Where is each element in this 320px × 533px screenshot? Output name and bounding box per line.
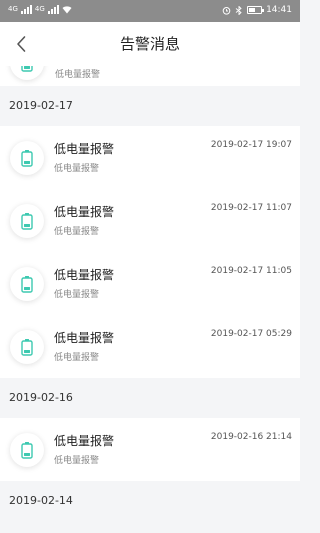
list-item-time: 2019-02-16 21:14 xyxy=(210,432,292,442)
signal-label-2: 4G xyxy=(34,5,45,13)
battery-alert-icon xyxy=(21,442,33,459)
status-bar-right: 14:41 xyxy=(222,5,292,15)
date-header: 2019-02-16 xyxy=(0,378,300,418)
list-item[interactable]: 低电量报警 低电量报警 2019-02-17 11:05 xyxy=(0,252,300,315)
list-item[interactable]: 低电量报警 低电量报警 2019-02-17 11:07 xyxy=(0,189,300,252)
list-item-title: 低电量报警 xyxy=(54,331,115,345)
status-time: 14:41 xyxy=(266,5,292,15)
alert-list: 低电量报警 2019-02-17 低电量报警 低电量报警 2019-02-17 19:… xyxy=(0,66,300,521)
list-item[interactable]: 低电量报警 低电量报警 2019-02-16 21:14 xyxy=(0,418,300,481)
list-item-time: 2019-02-17 05:29 xyxy=(210,329,292,339)
status-bar-left: 4G 4G xyxy=(8,5,72,14)
signal-bars-icon xyxy=(47,5,59,14)
battery-avatar xyxy=(10,204,44,238)
signal-bars-icon xyxy=(20,5,32,14)
battery-avatar xyxy=(10,267,44,301)
battery-alert-icon xyxy=(21,339,33,356)
list-item-title: 低电量报警 xyxy=(54,205,115,219)
list-item-time: 2019-02-17 11:07 xyxy=(210,203,292,213)
battery-avatar xyxy=(10,330,44,364)
battery-avatar xyxy=(10,433,44,467)
list-item[interactable]: 低电量报警 低电量报警 2019-02-17 05:29 xyxy=(0,315,300,378)
list-item-subtitle: 低电量报警 xyxy=(54,456,100,466)
status-bar: 4G 4G 14:41 xyxy=(0,0,300,22)
list-item-title: 低电量报警 xyxy=(54,268,115,282)
list-item-subtitle: 低电量报警 xyxy=(54,164,100,174)
list-item-time: 2019-02-17 19:07 xyxy=(210,140,292,150)
header: 告警消息 xyxy=(0,22,300,66)
alarm-icon xyxy=(222,6,231,15)
list-item-subtitle: 低电量报警 xyxy=(55,70,101,80)
date-header: 2019-02-17 xyxy=(0,86,300,126)
wifi-icon xyxy=(62,6,72,14)
list-item-subtitle: 低电量报警 xyxy=(54,290,100,300)
battery-avatar xyxy=(10,141,44,175)
battery-alert-icon xyxy=(21,150,33,167)
battery-alert-icon xyxy=(21,213,33,230)
battery-alert-icon xyxy=(21,276,33,293)
list-item-subtitle: 低电量报警 xyxy=(54,227,100,237)
list-item-title: 低电量报警 xyxy=(54,434,115,448)
battery-avatar xyxy=(10,66,44,80)
list-item-time: 2019-02-17 11:05 xyxy=(210,266,292,276)
list-item-subtitle: 低电量报警 xyxy=(54,353,100,363)
bluetooth-icon xyxy=(235,5,242,15)
page-title: 告警消息 xyxy=(119,35,180,53)
battery-icon xyxy=(247,6,265,14)
list-item-partial[interactable]: 低电量报警 xyxy=(0,66,300,86)
list-item[interactable]: 低电量报警 低电量报警 2019-02-17 19:07 xyxy=(0,126,300,189)
date-header: 2019-02-14 xyxy=(0,481,300,521)
list-item-title: 低电量报警 xyxy=(54,142,115,156)
battery-alert-icon xyxy=(21,66,33,72)
signal-label-1: 4G xyxy=(8,5,18,13)
